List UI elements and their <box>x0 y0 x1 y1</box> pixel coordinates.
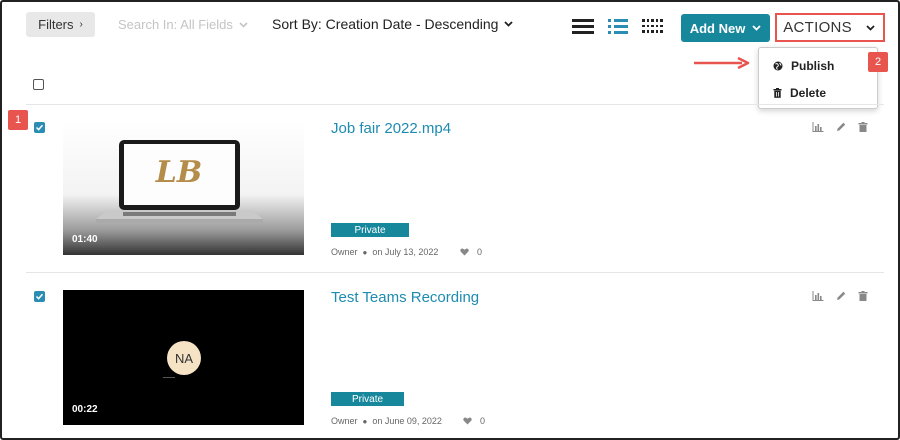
analytics-icon[interactable] <box>812 121 824 133</box>
add-new-label: Add New <box>689 20 746 36</box>
status-badge: Private <box>331 392 404 406</box>
chevron-down-icon <box>866 24 875 31</box>
likes-count: 0 <box>480 416 486 426</box>
callout-badge-2: 2 <box>868 52 888 72</box>
chevron-right-icon: › <box>79 19 83 30</box>
callout-arrow-icon <box>694 57 750 69</box>
entry-checkbox[interactable] <box>34 122 45 133</box>
entry-title-link[interactable]: Job fair 2022.mp4 <box>331 120 451 137</box>
caption-line <box>163 377 175 378</box>
trash-icon[interactable] <box>857 290 869 302</box>
likes-counter[interactable]: 0 <box>463 416 485 426</box>
heart-icon <box>460 248 469 256</box>
svg-text:LB: LB <box>155 155 202 190</box>
video-thumbnail[interactable]: NA 00:22 <box>63 290 304 425</box>
check-icon <box>35 293 44 300</box>
edit-pencil-icon[interactable] <box>835 290 847 302</box>
chevron-down-icon <box>239 21 248 28</box>
actions-menu: Publish Delete <box>758 47 878 109</box>
detailed-view-icon[interactable] <box>608 19 628 35</box>
menu-item-delete[interactable]: Delete <box>773 86 826 100</box>
filters-label: Filters <box>38 17 74 32</box>
divider <box>26 272 884 273</box>
grid-view-icon[interactable] <box>642 19 663 35</box>
sort-by-dropdown[interactable]: Sort By: Creation Date - Descending <box>272 16 514 32</box>
list-view-icon[interactable] <box>572 19 594 35</box>
filters-button[interactable]: Filters › <box>26 12 95 37</box>
actions-button[interactable]: ACTIONS <box>775 13 885 42</box>
divider <box>26 104 884 105</box>
status-badge: Private <box>331 223 409 237</box>
entry-checkbox[interactable] <box>34 291 45 302</box>
actions-label: ACTIONS <box>783 19 852 36</box>
entry-owner: Owner <box>331 416 358 426</box>
video-thumbnail[interactable]: LB 01:40 <box>63 120 304 255</box>
heart-icon <box>463 417 472 425</box>
entry-title-link[interactable]: Test Teams Recording <box>331 289 479 306</box>
separator-dot-icon: ● <box>362 416 368 426</box>
search-in-dropdown[interactable]: Search In: All Fields <box>118 17 248 32</box>
entry-owner: Owner <box>331 247 358 257</box>
chevron-down-icon <box>504 21 514 27</box>
trash-icon <box>773 88 782 98</box>
check-icon <box>35 124 44 131</box>
entry-date: on June 09, 2022 <box>372 416 442 426</box>
entry-meta: Owner ● on June 09, 2022 <box>331 416 442 426</box>
entry-date: on July 13, 2022 <box>372 247 439 257</box>
search-in-label: Search In: All Fields <box>118 17 233 32</box>
sort-by-label: Sort By: Creation Date - Descending <box>272 16 499 32</box>
select-all-checkbox[interactable] <box>33 79 44 90</box>
avatar-initials: NA <box>174 350 194 366</box>
trash-icon[interactable] <box>857 121 869 133</box>
entry-meta: Owner ● on July 13, 2022 <box>331 247 438 257</box>
separator-dot-icon: ● <box>362 247 368 257</box>
menu-item-publish[interactable]: Publish <box>773 59 834 73</box>
callout-badge-1: 1 <box>8 110 28 130</box>
menu-item-label: Delete <box>790 86 827 100</box>
likes-count: 0 <box>477 247 483 257</box>
add-new-button[interactable]: Add New <box>681 14 770 42</box>
menu-item-label: Publish <box>791 59 835 73</box>
chevron-down-icon <box>752 25 761 31</box>
likes-counter[interactable]: 0 <box>460 247 482 257</box>
video-duration: 00:22 <box>72 404 98 415</box>
globe-icon <box>773 61 783 71</box>
edit-pencil-icon[interactable] <box>835 121 847 133</box>
analytics-icon[interactable] <box>812 290 824 302</box>
avatar: NA <box>167 341 201 375</box>
laptop-image: LB <box>96 140 263 223</box>
video-duration: 01:40 <box>72 234 98 245</box>
